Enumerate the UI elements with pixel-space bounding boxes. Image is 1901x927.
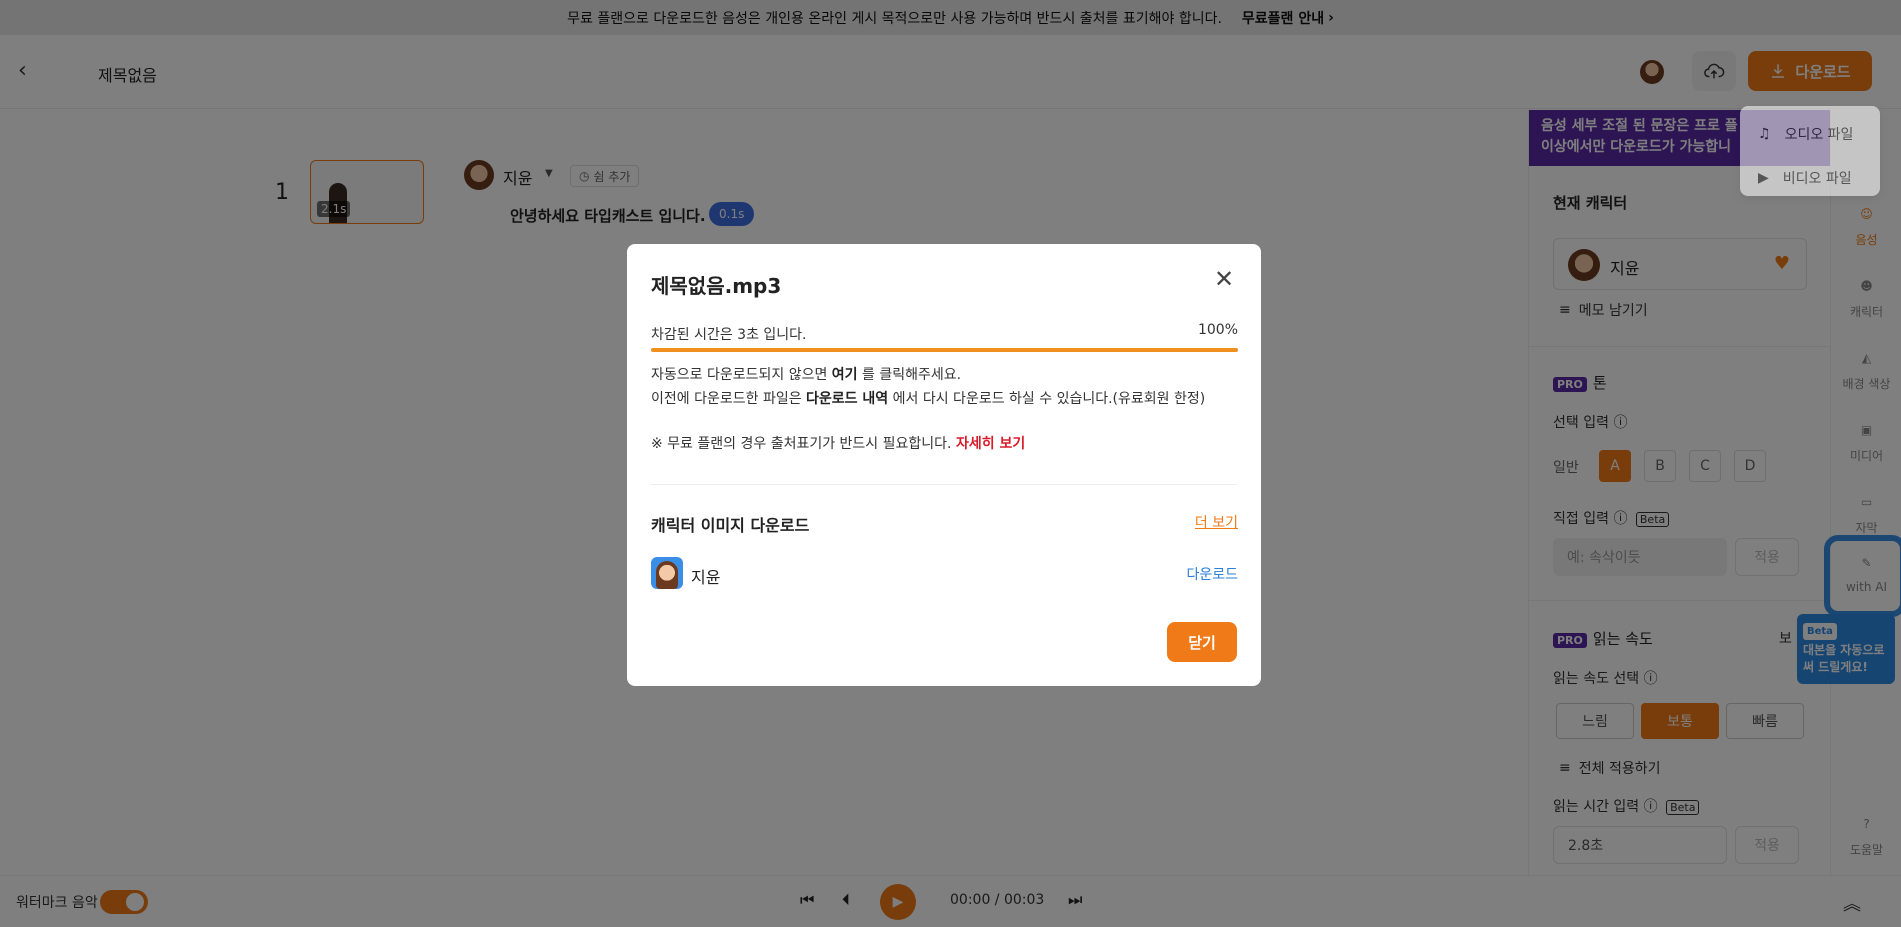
deducted-time-text: 차감된 시간은 3초 입니다.: [651, 327, 807, 343]
retry-text-before: 자동으로 다운로드되지 않으면: [651, 367, 832, 383]
see-details-link[interactable]: 자세히 보기: [956, 436, 1025, 452]
history-text-after: 에서 다시 다운로드 하실 수 있습니다.(유료회원 한정): [888, 391, 1206, 407]
video-icon: ▶: [1758, 170, 1769, 186]
progress-bar: [651, 348, 1238, 352]
download-history-link[interactable]: 다운로드 내역: [806, 391, 888, 407]
character-thumbnail: [651, 557, 683, 589]
retry-text-after: 를 클릭해주세요.: [857, 367, 962, 383]
close-icon[interactable]: ✕: [1212, 267, 1236, 292]
history-text-before: 이전에 다운로드한 파일은: [651, 391, 807, 407]
music-note-icon: ♫: [1758, 126, 1771, 142]
progress-percent: 100%: [1197, 322, 1238, 338]
progress-bar-fill: [651, 348, 1238, 352]
download-video-label: 비디오 파일: [1782, 171, 1852, 187]
download-video-item[interactable]: ▶ 비디오 파일: [1740, 156, 1880, 200]
modal-title: 제목없음.mp3: [651, 274, 782, 298]
download-menu: ♫ 오디오 파일 ▶ 비디오 파일: [1740, 106, 1880, 196]
character-image-section-title: 캐릭터 이미지 다운로드: [651, 516, 810, 535]
download-audio-label: 오디오 파일: [1784, 127, 1854, 143]
character-name: 지윤: [691, 568, 721, 587]
history-text: 이전에 다운로드한 파일은 다운로드 내역 에서 다시 다운로드 하실 수 있습…: [651, 388, 1205, 408]
here-link[interactable]: 여기: [832, 367, 858, 383]
see-more-link[interactable]: 더 보기: [1195, 512, 1238, 532]
download-audio-item[interactable]: ♫ 오디오 파일: [1740, 112, 1880, 156]
download-modal: 제목없음.mp3 ✕ 차감된 시간은 3초 입니다. 100% 자동으로 다운로…: [627, 244, 1261, 686]
attribution-text-before: ※ 무료 플랜의 경우 출처표기가 반드시 필요합니다.: [651, 436, 956, 452]
divider: [651, 484, 1238, 485]
character-image-download-link[interactable]: 다운로드: [1186, 564, 1238, 584]
attribution-text: ※ 무료 플랜의 경우 출처표기가 반드시 필요합니다. 자세히 보기: [651, 433, 1025, 453]
close-button[interactable]: 닫기: [1167, 622, 1237, 662]
retry-text: 자동으로 다운로드되지 않으면 여기 를 클릭해주세요.: [651, 364, 961, 384]
